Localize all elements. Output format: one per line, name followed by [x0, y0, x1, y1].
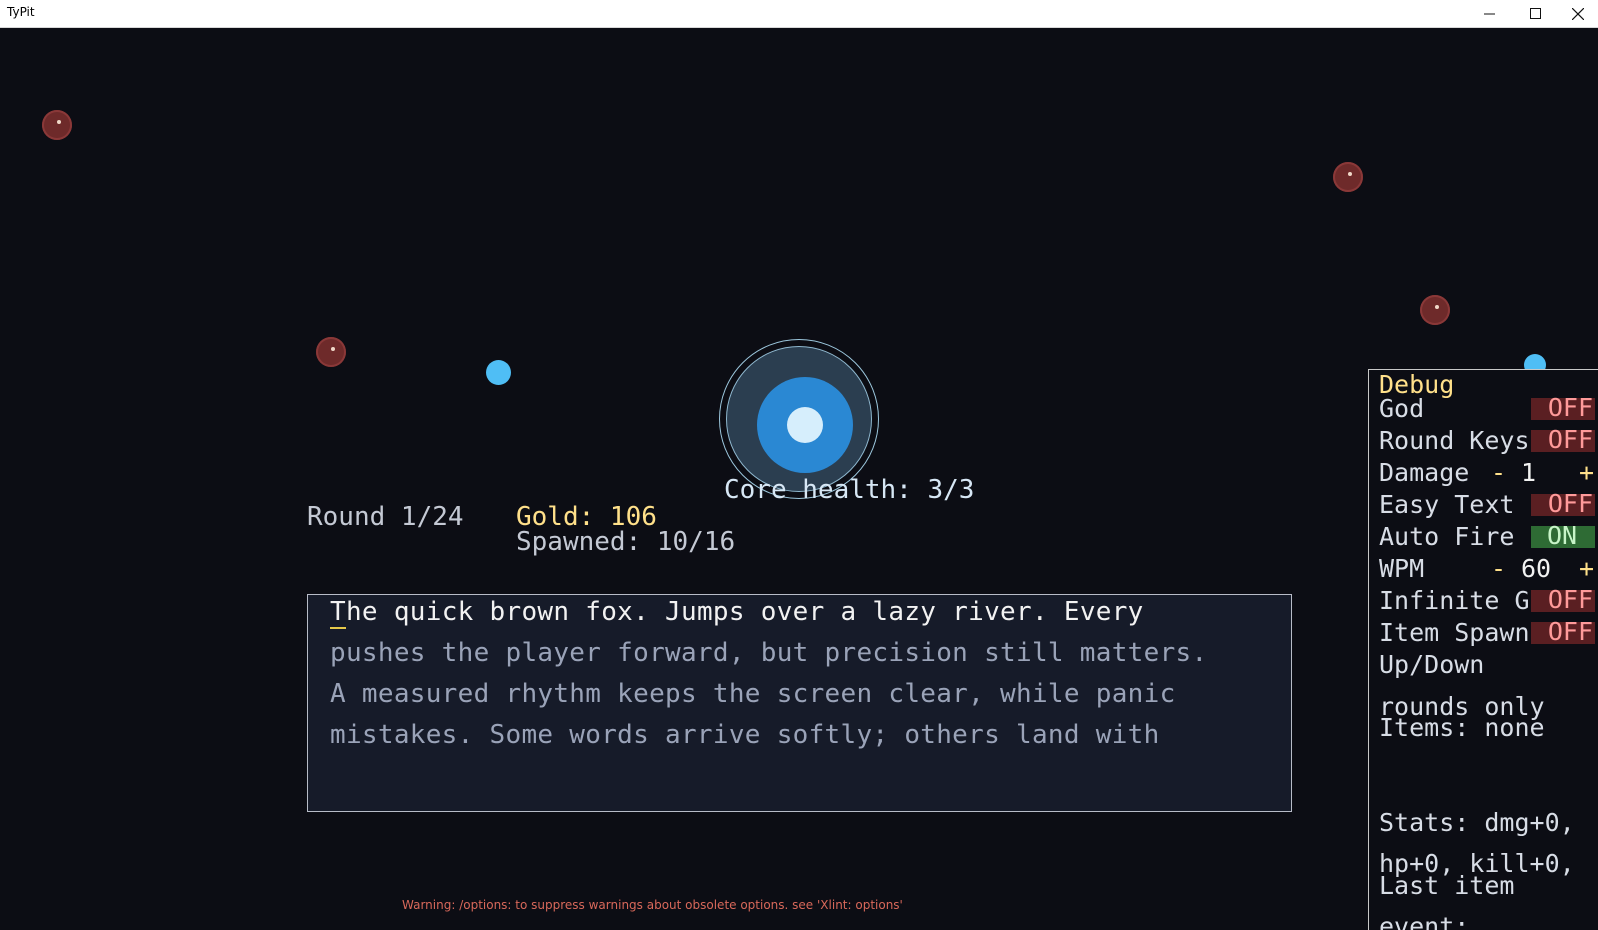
debug-updown-label: Up/Down [1379, 650, 1485, 679]
debug-panel: Debug God OFF Round Keys OFF Damage - 1 … [1368, 369, 1598, 930]
close-icon [1572, 7, 1584, 20]
typing-cursor: T [330, 597, 346, 629]
window-titlebar: TyPit [0, 0, 1598, 28]
close-button[interactable] [1558, 0, 1598, 27]
debug-god-label: God [1379, 394, 1425, 423]
auto-fire-toggle[interactable]: ON [1531, 523, 1595, 548]
debug-damage-label: Damage [1379, 458, 1470, 487]
core-body [757, 377, 853, 473]
spawned-counter: Spawned: 10/16 [516, 527, 736, 557]
debug-item-spawns-label: Item Spawns [1379, 618, 1545, 647]
enemy [1420, 295, 1450, 325]
infinite-gold-toggle[interactable]: OFF [1531, 587, 1595, 612]
debug-easy-text-label: Easy Text [1379, 490, 1515, 519]
debug-auto-fire-label: Auto Fire [1379, 522, 1515, 551]
maximize-icon [1529, 8, 1541, 19]
item-spawns-toggle[interactable]: OFF [1531, 619, 1595, 644]
wpm-value: 60 [1521, 554, 1552, 583]
typing-line-1: he quick brown fox. Jumps over a lazy ri… [345, 597, 1144, 627]
typing-line-2: pushes the player forward, but precision… [330, 638, 1208, 668]
enemy [42, 110, 72, 140]
wpm-decrease-button[interactable]: - [1491, 554, 1506, 583]
damage-decrease-button[interactable]: - [1491, 458, 1506, 487]
easy-text-toggle[interactable]: OFF [1531, 491, 1595, 516]
typing-line-3: A measured rhythm keeps the screen clear… [330, 679, 1176, 709]
minimize-button[interactable] [1466, 0, 1512, 27]
core-ring [726, 346, 872, 492]
core-center [787, 407, 823, 443]
console-warning: Warning: /options: to suppress warnings … [402, 898, 903, 912]
round-keys-toggle[interactable]: OFF [1531, 427, 1595, 452]
debug-stats-line-1: Stats: dmg+0, [1379, 808, 1575, 837]
minimize-icon [1483, 13, 1495, 15]
core-health-label: Core health: 3/3 [724, 475, 975, 505]
projectile [486, 360, 511, 385]
debug-items: Items: none [1379, 713, 1545, 742]
enemy [316, 337, 346, 367]
damage-increase-button[interactable]: + [1579, 458, 1594, 487]
wpm-increase-button[interactable]: + [1579, 554, 1594, 583]
debug-round-keys-label: Round Keys [1379, 426, 1530, 455]
damage-value: 1 [1521, 458, 1537, 487]
maximize-button[interactable] [1512, 0, 1558, 27]
god-toggle[interactable]: OFF [1531, 395, 1595, 420]
typing-line-current: The quick brown fox. Jumps over a lazy r… [330, 597, 1144, 629]
debug-last-item: Last item [1379, 871, 1515, 900]
typing-box[interactable]: The quick brown fox. Jumps over a lazy r… [307, 594, 1292, 812]
window-title: TyPit [7, 5, 35, 19]
debug-event: event: [1379, 912, 1470, 930]
enemy [1333, 162, 1363, 192]
typing-line-4: mistakes. Some words arrive softly; othe… [330, 720, 1160, 750]
game-canvas[interactable]: Core health: 3/3 Round 1/24 Gold: 106 Sp… [0, 28, 1598, 930]
round-counter: Round 1/24 [307, 502, 464, 532]
debug-wpm-label: WPM [1379, 554, 1425, 583]
